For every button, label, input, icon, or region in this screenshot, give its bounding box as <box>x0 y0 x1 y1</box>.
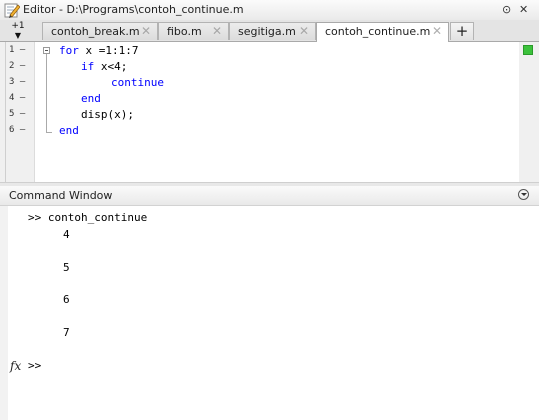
line-number: 6 – <box>9 125 26 135</box>
editor-close-icon[interactable]: ✕ <box>519 3 528 16</box>
code-line-3: continue <box>111 76 164 89</box>
output-value: 5 <box>63 261 70 274</box>
code-analyzer-status-icon[interactable] <box>523 45 533 55</box>
keyword: if <box>81 60 95 73</box>
tab-contoh-continue[interactable]: contoh_continue.m ✕ <box>316 22 449 42</box>
tab-segitiga[interactable]: segitiga.m ✕ <box>229 22 316 40</box>
command-window-header: Command Window <box>0 186 539 206</box>
code-editor[interactable]: 1 – 2 – 3 – 4 – 5 – 6 – for x =1:1:7 if … <box>5 42 520 182</box>
output-value: 7 <box>63 326 70 339</box>
line-number: 5 – <box>9 109 26 119</box>
line-number: 3 – <box>9 77 26 87</box>
code-text: disp(x); <box>81 108 134 121</box>
code-line-5: disp(x); <box>81 108 134 121</box>
tab-label: contoh_continue.m <box>325 25 431 38</box>
function-browser-icon[interactable]: fx <box>10 359 21 373</box>
code-text: x =1:1:7 <box>78 44 139 57</box>
command-window-menu-icon[interactable] <box>518 189 529 200</box>
tab-contoh-break[interactable]: contoh_break.m ✕ <box>42 22 158 40</box>
line-number-gutter: 1 – 2 – 3 – 4 – 5 – 6 – <box>6 42 35 182</box>
output-value: 4 <box>63 228 70 241</box>
editor-title: Editor - D:\Programs\contoh_continue.m <box>23 3 244 16</box>
tab-label: segitiga.m <box>238 25 296 38</box>
close-icon[interactable]: ✕ <box>299 24 309 38</box>
tab-label: fibo.m <box>167 25 202 38</box>
command-history-line: >> contoh_continue <box>28 211 148 224</box>
command-window-body[interactable]: >> contoh_continue 4 5 6 7 fx >> <box>0 206 539 420</box>
code-text: x<4; <box>94 60 128 73</box>
add-tab-button[interactable]: + <box>450 22 474 40</box>
close-icon[interactable]: ✕ <box>212 24 222 38</box>
command-gutter <box>0 206 8 420</box>
command-prompt: >> <box>28 359 42 372</box>
keyword: end <box>81 92 101 105</box>
pencil-icon <box>4 3 20 18</box>
fold-guide <box>46 54 47 132</box>
output-value: 6 <box>63 293 70 306</box>
code-line-6: end <box>59 124 79 137</box>
close-icon[interactable]: ✕ <box>432 24 442 38</box>
code-line-2: if x<4; <box>81 60 127 73</box>
editor-menu-icon[interactable]: ⊙ <box>502 3 511 16</box>
tab-fibo[interactable]: fibo.m ✕ <box>158 22 229 40</box>
command-window: Command Window >> contoh_continue 4 5 6 … <box>0 186 539 420</box>
keyword: end <box>59 124 79 137</box>
line-number: 2 – <box>9 61 26 71</box>
code-line-1: for x =1:1:7 <box>59 44 138 57</box>
line-number: 4 – <box>9 93 26 103</box>
keyword: for <box>59 44 79 57</box>
command-input[interactable] <box>48 356 518 372</box>
editor-panel: Editor - D:\Programs\contoh_continue.m ⊙… <box>0 0 539 183</box>
code-fold-toggle[interactable] <box>43 47 50 54</box>
close-icon[interactable]: ✕ <box>141 24 151 38</box>
keyword: continue <box>111 76 164 89</box>
command-window-title: Command Window <box>9 189 113 202</box>
tab-label: contoh_break.m <box>51 25 140 38</box>
editor-title-bar: Editor - D:\Programs\contoh_continue.m ⊙… <box>0 0 539 21</box>
editor-right-margin <box>519 42 539 182</box>
code-line-4: end <box>81 92 101 105</box>
tab-count-label: +1 <box>11 21 25 31</box>
fold-end-marker <box>46 132 52 133</box>
line-number: 1 – <box>9 45 26 55</box>
tab-list-control[interactable]: +1 ▼ <box>6 21 30 41</box>
editor-tab-bar: +1 ▼ contoh_break.m ✕ fibo.m ✕ segitiga.… <box>0 20 539 42</box>
chevron-down-icon: ▼ <box>14 31 22 40</box>
